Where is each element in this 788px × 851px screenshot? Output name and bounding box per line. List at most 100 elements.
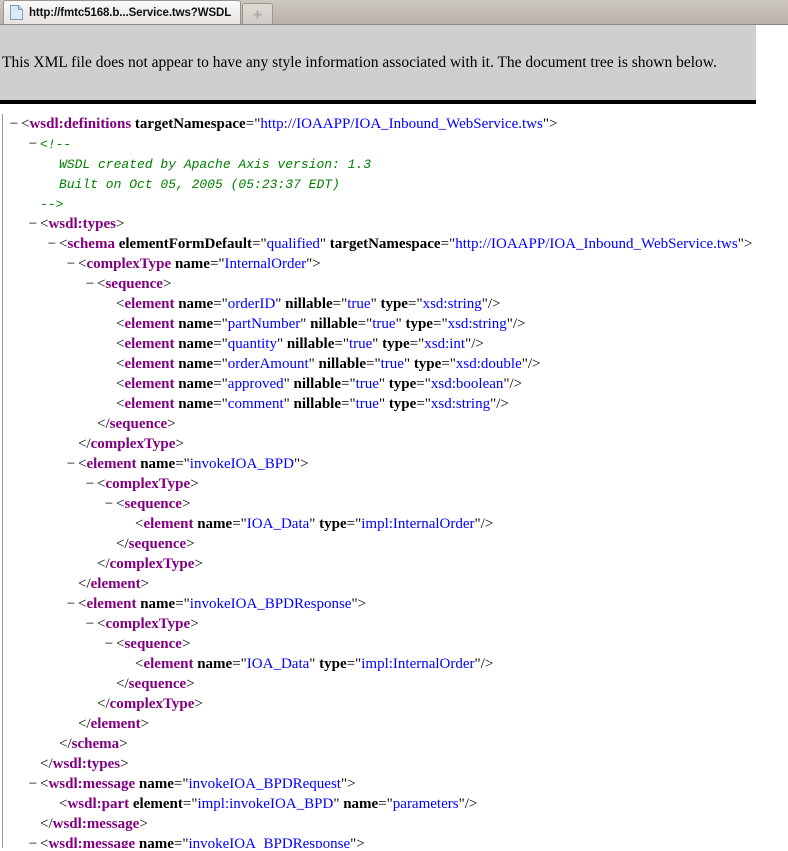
collapse-toggle-icon[interactable]: − bbox=[83, 274, 97, 294]
xml-punct: > bbox=[194, 556, 203, 572]
xml-attval: impl:InternalOrder bbox=[361, 656, 475, 672]
xml-comment: WSDL created by Apache Axis version: 1.3 bbox=[59, 157, 372, 172]
xml-tag: sequence bbox=[109, 416, 168, 432]
collapse-toggle-icon[interactable]: − bbox=[26, 834, 40, 848]
xml-punct: > bbox=[120, 756, 129, 772]
xml-attval: invokeIOA_BPDRequest bbox=[188, 776, 341, 792]
collapse-toggle-icon[interactable]: − bbox=[64, 594, 78, 614]
xml-tag: wsdl:part bbox=[67, 796, 130, 812]
xml-attname: elementFormDefault bbox=[118, 236, 252, 252]
xml-attval: parameters bbox=[392, 796, 459, 812]
xml-tag: element bbox=[124, 316, 175, 332]
xml-attname: name bbox=[178, 396, 214, 412]
xml-tag: wsdl:definitions bbox=[29, 116, 132, 132]
xml-line: <element name="IOA_Data" type="impl:Inte… bbox=[3, 514, 788, 534]
xml-punct: = bbox=[346, 656, 356, 672]
xml-punct: /> bbox=[496, 396, 509, 412]
browser-tab[interactable]: http://fmtc5168.b...Service.tws?WSDL bbox=[3, 0, 242, 24]
xml-attname: type bbox=[382, 336, 410, 352]
xml-line: − <schema elementFormDefault="qualified" … bbox=[3, 234, 788, 254]
xml-tag: schema bbox=[71, 736, 120, 752]
xml-punct: /> bbox=[464, 796, 478, 812]
xml-punct: /> bbox=[509, 376, 523, 392]
xml-punct: > bbox=[548, 116, 558, 132]
xml-quote: " bbox=[370, 296, 377, 312]
xml-punct: = bbox=[232, 656, 241, 672]
xml-line: − <complexType> bbox=[3, 474, 788, 494]
xml-tag: element bbox=[90, 716, 141, 732]
xml-attname: name bbox=[178, 316, 214, 332]
collapse-toggle-icon[interactable]: − bbox=[45, 234, 59, 254]
xml-punct: = bbox=[409, 336, 419, 352]
xml-attname: name bbox=[178, 296, 214, 312]
collapse-toggle-icon[interactable]: − bbox=[64, 254, 78, 274]
xml-punct: = bbox=[334, 336, 343, 352]
xml-punct: > bbox=[115, 216, 125, 232]
xml-punct: /> bbox=[480, 516, 494, 532]
xml-attval: true bbox=[380, 356, 404, 372]
xml-line: − <element name="invokeIOA_BPDResponse"> bbox=[3, 594, 788, 614]
xml-attval: orderAmount bbox=[227, 356, 309, 372]
xml-tag: complexType bbox=[109, 696, 195, 712]
xml-attname: name bbox=[138, 776, 174, 792]
xml-attname: name bbox=[178, 336, 214, 352]
xml-comment: Built on Oct 05, 2005 (05:23:37 EDT) bbox=[59, 177, 340, 192]
collapse-toggle-icon[interactable]: − bbox=[83, 614, 97, 634]
xml-tag: wsdl:message bbox=[48, 836, 136, 848]
collapse-toggle-icon[interactable]: − bbox=[26, 214, 40, 234]
xml-line: − <wsdl:types> bbox=[3, 214, 788, 234]
browser-tab-title: http://fmtc5168.b...Service.tws?WSDL bbox=[29, 6, 232, 19]
collapse-toggle-icon[interactable]: − bbox=[102, 634, 116, 654]
xml-attname: type bbox=[380, 296, 408, 312]
collapse-toggle-icon[interactable]: − bbox=[102, 494, 116, 514]
xml-line: <element name="IOA_Data" type="impl:Inte… bbox=[3, 654, 788, 674]
xml-attval: impl:InternalOrder bbox=[361, 516, 475, 532]
collapse-toggle-icon[interactable]: − bbox=[26, 774, 40, 794]
collapse-toggle-icon[interactable]: − bbox=[64, 454, 78, 474]
xml-punct: > bbox=[119, 736, 128, 752]
xml-punct: > bbox=[162, 276, 172, 292]
xml-line: </element> bbox=[3, 574, 788, 594]
xml-tag: element bbox=[86, 596, 137, 612]
xml-tree-viewer: − <wsdl:definitions targetNamespace="http… bbox=[0, 104, 788, 848]
xml-punct: = bbox=[416, 396, 425, 412]
xml-attname: name bbox=[178, 356, 214, 372]
collapse-toggle-icon[interactable]: − bbox=[83, 474, 97, 494]
collapse-toggle-icon[interactable]: − bbox=[7, 114, 21, 134]
xml-line: − <element name="invokeIOA_BPD"> bbox=[3, 454, 788, 474]
xml-punct: = bbox=[441, 356, 450, 372]
xml-tag: element bbox=[124, 356, 175, 372]
xml-punct: > bbox=[190, 476, 199, 492]
new-tab-button[interactable] bbox=[242, 3, 274, 24]
xml-punct: </ bbox=[59, 736, 72, 752]
xml-punct: </ bbox=[97, 696, 110, 712]
xml-punct: = bbox=[357, 316, 367, 332]
xml-punct: </ bbox=[116, 676, 129, 692]
xml-attval: impl:invokeIOA_BPD bbox=[197, 796, 334, 812]
xml-style-notice: This XML file does not appear to have an… bbox=[0, 25, 756, 104]
xml-line: </schema> bbox=[3, 734, 788, 754]
xml-tag: element bbox=[124, 396, 175, 412]
xml-tag: wsdl:message bbox=[52, 816, 140, 832]
xml-line: <element name="partNumber" nillable="tru… bbox=[3, 314, 788, 334]
xml-attname: type bbox=[319, 656, 347, 672]
xml-punct: > bbox=[175, 436, 184, 452]
collapse-toggle-icon[interactable]: − bbox=[26, 134, 40, 154]
xml-attval: true bbox=[355, 376, 379, 392]
xml-attval: orderID bbox=[227, 296, 276, 312]
xml-punct: = bbox=[416, 376, 425, 392]
xml-punct: > bbox=[312, 256, 321, 272]
xml-tag: sequence bbox=[128, 536, 187, 552]
xml-tag: element bbox=[143, 516, 194, 532]
xml-tag: complexType bbox=[105, 476, 191, 492]
